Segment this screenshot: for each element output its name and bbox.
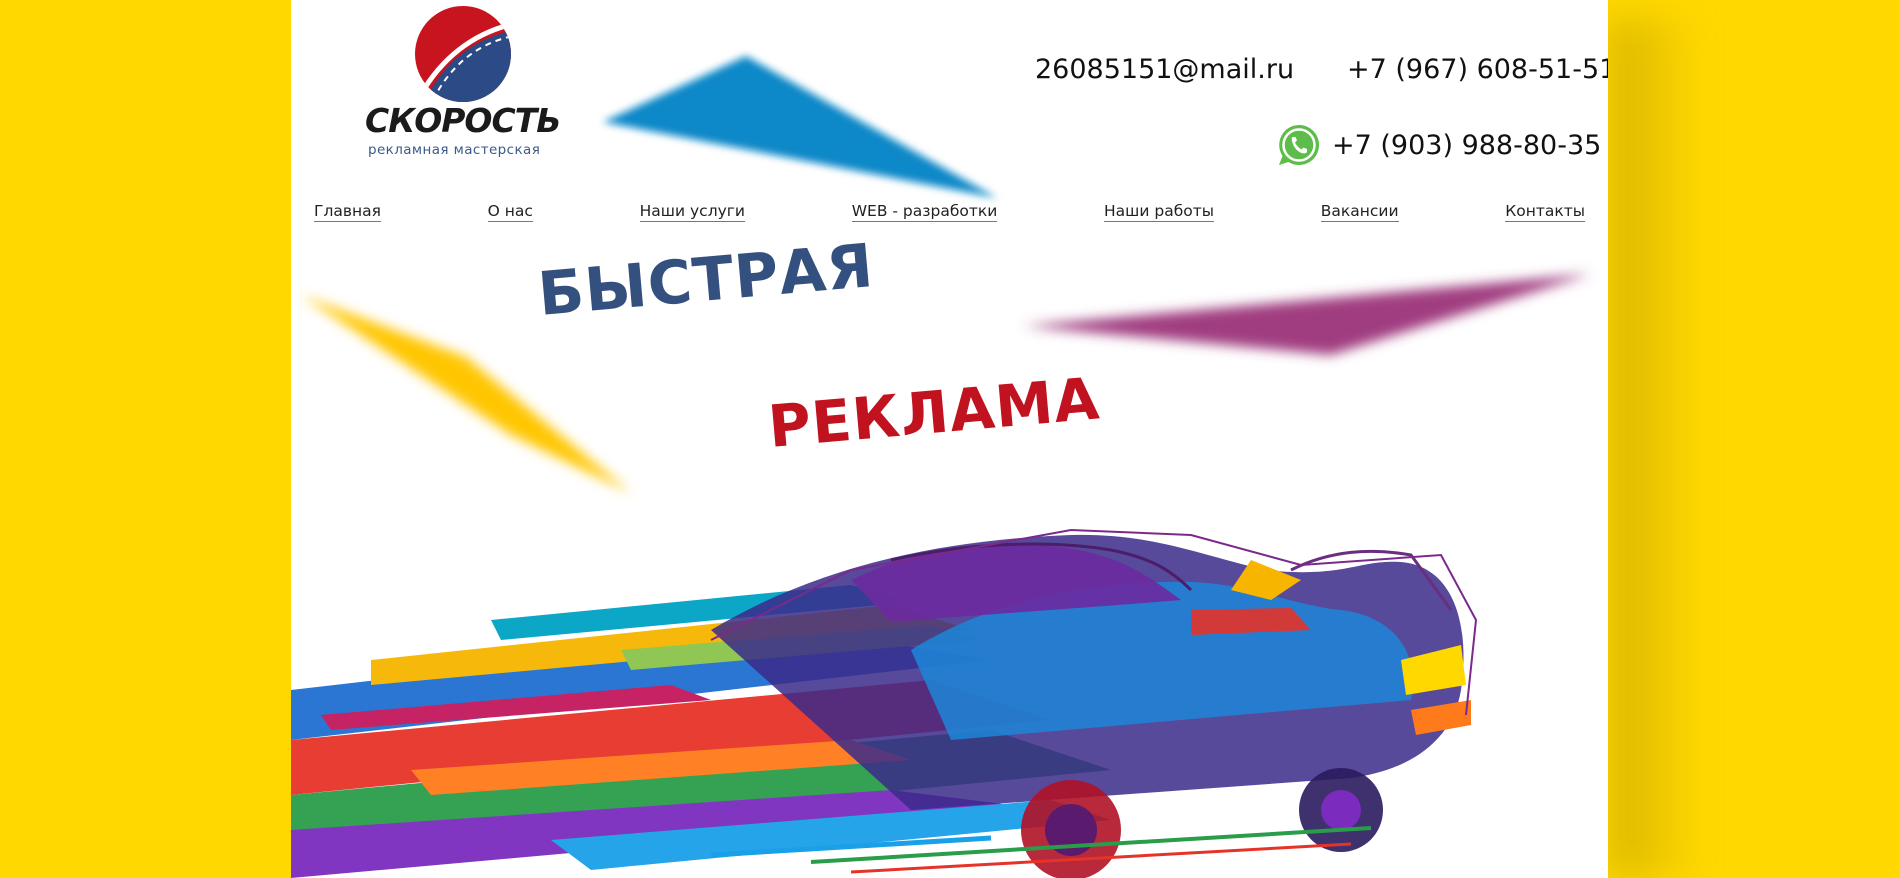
logo-mark-icon <box>415 6 511 102</box>
phone-link-primary[interactable]: +7 (967) 608-51-51 <box>1347 56 1608 83</box>
hero-title-line2: РЕКЛАМА <box>765 364 1103 461</box>
whatsapp-icon[interactable] <box>1276 122 1322 168</box>
page: СКОРОСТЬ рекламная мастерская 26085151@m… <box>0 0 1900 878</box>
purple-streak-shape <box>1023 274 1591 355</box>
car-illustration <box>291 528 1478 878</box>
blue-streak-shape <box>603 56 997 198</box>
nav-item-vacancies[interactable]: Вакансии <box>1320 202 1399 222</box>
nav-item-about[interactable]: О нас <box>487 202 533 222</box>
main-content: СКОРОСТЬ рекламная мастерская 26085151@m… <box>291 0 1608 878</box>
nav-item-home[interactable]: Главная <box>314 202 381 222</box>
main-nav: Главная О нас Наши услуги WEB - разработ… <box>314 202 1585 222</box>
nav-item-web[interactable]: WEB - разработки <box>851 202 998 222</box>
logo-subtitle: рекламная мастерская <box>368 142 541 158</box>
nav-item-works[interactable]: Наши работы <box>1104 202 1215 222</box>
nav-item-contacts[interactable]: Контакты <box>1505 202 1585 222</box>
logo-link[interactable]: СКОРОСТЬ рекламная мастерская <box>365 0 565 165</box>
side-shadow <box>1608 20 1698 878</box>
email-link[interactable]: 26085151@mail.ru <box>1035 56 1294 83</box>
logo-name: СКОРОСТЬ <box>365 101 561 140</box>
phone-link-whatsapp[interactable]: +7 (903) 988-80-35 <box>1332 132 1601 159</box>
hero-title-line1: БЫСТРАЯ <box>535 230 877 330</box>
nav-item-services[interactable]: Наши услуги <box>639 202 745 222</box>
